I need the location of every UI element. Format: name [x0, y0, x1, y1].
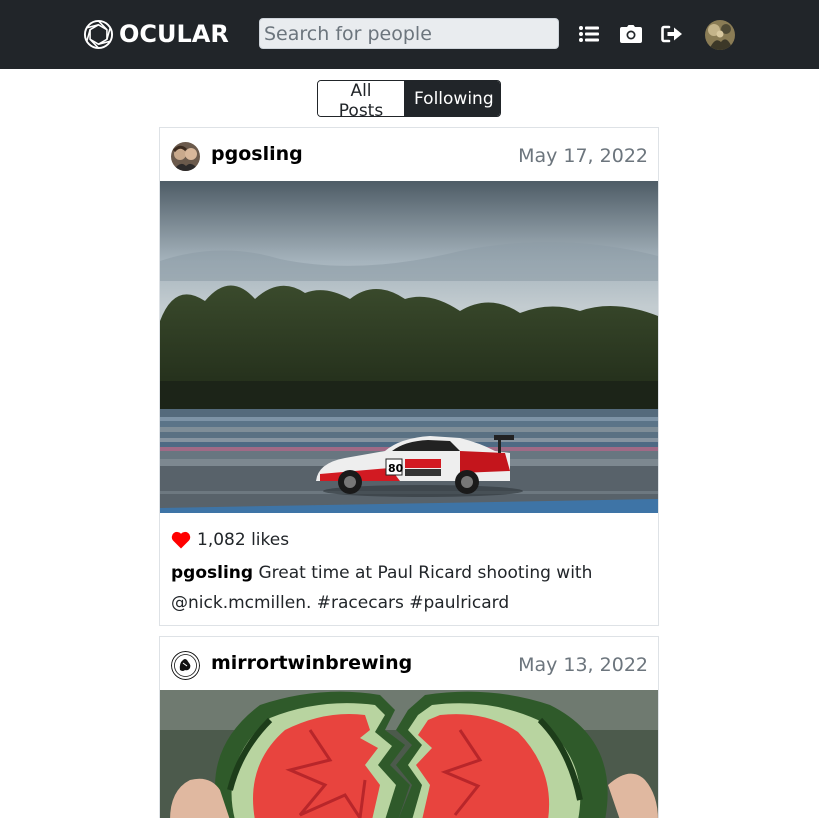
- tab-following[interactable]: Following: [404, 81, 500, 116]
- post-caption: pgosling Great time at Paul Ricard shoot…: [171, 558, 641, 618]
- user-avatar[interactable]: [705, 20, 735, 50]
- svg-text:80: 80: [388, 462, 404, 475]
- likes-count: 1,082 likes: [197, 530, 290, 550]
- logout-icon[interactable]: [661, 23, 683, 45]
- aperture-logo-icon: [83, 19, 114, 49]
- caption-username[interactable]: pgosling: [171, 563, 253, 583]
- post-username[interactable]: pgosling: [211, 143, 303, 165]
- tab-all-posts[interactable]: All Posts: [318, 81, 404, 116]
- post-header: pgosling May 17, 2022: [160, 128, 658, 182]
- heart-icon[interactable]: [171, 531, 191, 549]
- post-avatar[interactable]: [171, 651, 200, 680]
- brand-name: OCULAR: [119, 20, 229, 48]
- post-username[interactable]: mirrortwinbrewing: [211, 652, 412, 674]
- post-avatar[interactable]: [171, 142, 200, 171]
- post-image[interactable]: [160, 690, 658, 818]
- post-card: pgosling May 17, 2022 80 1,082 likes pgo…: [159, 127, 659, 626]
- search-input[interactable]: [259, 18, 559, 49]
- brand-link[interactable]: OCULAR: [83, 17, 229, 51]
- post-date: May 13, 2022: [518, 654, 648, 676]
- feed-toggle: All Posts Following: [317, 80, 501, 117]
- list-icon[interactable]: [578, 23, 600, 45]
- navbar: OCULAR: [0, 0, 819, 69]
- post-image[interactable]: 80: [160, 181, 658, 513]
- post-card: mirrortwinbrewing May 13, 2022: [159, 636, 659, 818]
- post-header: mirrortwinbrewing May 13, 2022: [160, 637, 658, 691]
- camera-icon[interactable]: [620, 23, 642, 45]
- post-date: May 17, 2022: [518, 145, 648, 167]
- likes-row: 1,082 likes: [171, 528, 289, 552]
